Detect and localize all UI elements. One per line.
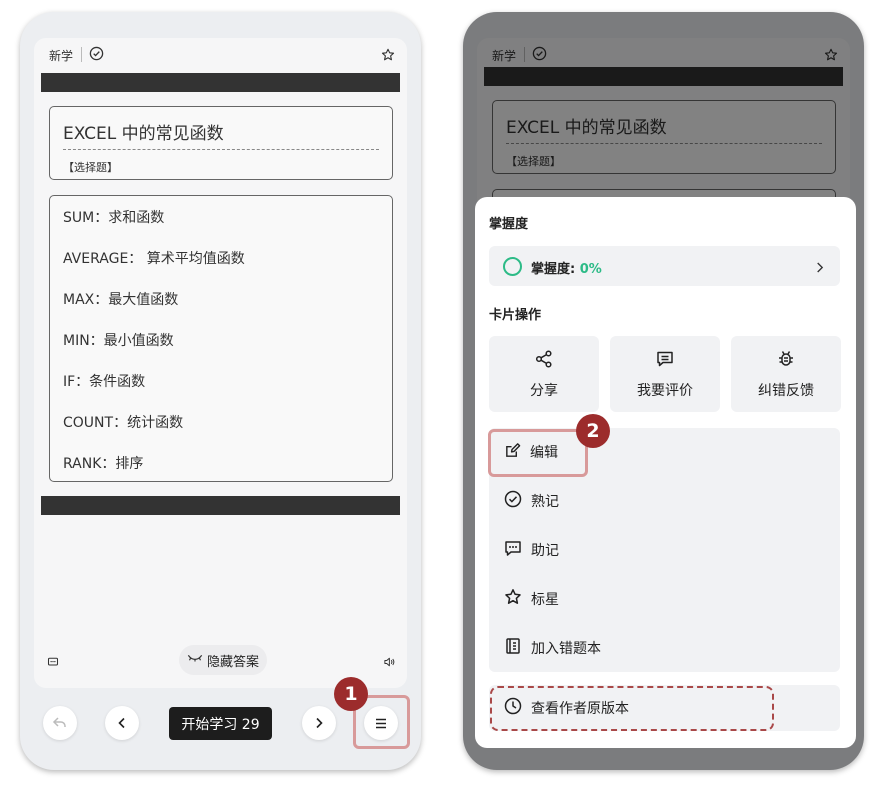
answer-line: IF：条件函数 [63, 374, 146, 390]
answer-line: RANK：排序 [63, 456, 144, 472]
share-label: 分享 [530, 383, 558, 399]
speaker-icon[interactable] [383, 653, 395, 672]
answer-line: MAX：最大值函数 [63, 292, 179, 308]
star-icon[interactable] [381, 47, 395, 66]
check-circle-icon [504, 490, 522, 512]
reply-arrow-icon [52, 714, 68, 733]
card-header: 新学 [34, 38, 407, 72]
mastery-text: 掌握度: 0% [531, 258, 602, 277]
notebook-icon [504, 637, 522, 659]
comment-icon [655, 349, 675, 373]
menu-item-mistake-book[interactable]: 加入错题本 [504, 636, 601, 660]
undo-button[interactable] [43, 706, 77, 740]
answer-box: SUM：求和函数 AVERAGE： 算术平均值函数 MAX：最大值函数 MIN：… [49, 195, 393, 482]
phone-screen-study: 新学 EXCEL 中的常见函数 【选择题】 SUM：求和函数 AVERAGE： … [20, 12, 421, 770]
menu-item-label: 加入错题本 [531, 641, 601, 657]
phone-screen-menu: 新学 EXCEL 中的常见函数 【选择题】 掌握度 掌握度: 0% 卡片操作 分… [463, 12, 864, 770]
bug-icon [776, 349, 796, 373]
eye-closed-icon [187, 652, 203, 668]
mastery-value: 0% [579, 262, 602, 277]
mastery-row[interactable]: 掌握度: 0% [489, 246, 840, 286]
menu-item-label: 熟记 [531, 494, 559, 510]
menu-button[interactable] [364, 706, 398, 740]
hide-answer-button[interactable]: 隐藏答案 [179, 645, 268, 675]
mastery-section-title: 掌握度 [489, 217, 529, 232]
menu-item-label: 助记 [531, 543, 559, 559]
menu-item-memorized[interactable]: 熟记 [504, 489, 559, 513]
menu-item-star[interactable]: 标星 [504, 587, 559, 611]
question-type: 【选择题】 [63, 161, 118, 174]
step-badge-2: 2 [576, 414, 610, 448]
start-study-button[interactable]: 开始学习 29 [169, 707, 272, 740]
menu-item-mnemonic[interactable]: 助记 [504, 538, 559, 562]
hide-answer-label: 隐藏答案 [207, 654, 260, 670]
feedback-button[interactable]: 纠错反馈 [731, 336, 841, 412]
answer-line: COUNT：统计函数 [63, 415, 184, 431]
share-button[interactable]: 分享 [489, 336, 599, 412]
history-dashed-box [490, 686, 774, 731]
chevron-right-icon [314, 714, 324, 733]
card-ops-section-title: 卡片操作 [489, 308, 542, 323]
bottom-divider-bar [41, 496, 400, 515]
flashcard: 新学 EXCEL 中的常见函数 【选择题】 SUM：求和函数 AVERAGE： … [34, 38, 407, 688]
feedback-label: 纠错反馈 [758, 383, 814, 399]
new-tag: 新学 [49, 49, 74, 63]
answer-line: AVERAGE： 算术平均值函数 [63, 251, 245, 267]
question-title: EXCEL 中的常见函数 [63, 124, 224, 144]
chevron-right-icon [815, 259, 824, 278]
question-box: EXCEL 中的常见函数 【选择题】 [49, 106, 393, 180]
dashed-divider [63, 149, 379, 150]
top-divider-bar [41, 73, 400, 92]
answer-line: MIN：最小值函数 [63, 333, 174, 349]
share-icon [534, 349, 554, 373]
menu-item-label: 标星 [531, 592, 559, 608]
menu-icon [375, 714, 387, 733]
star-icon [504, 588, 522, 610]
check-circle-icon[interactable] [89, 46, 104, 65]
message-dots-icon [504, 539, 522, 561]
progress-ring-icon [503, 257, 522, 276]
review-button[interactable]: 我要评价 [610, 336, 720, 412]
edit-highlight-box [488, 429, 588, 477]
step-badge-1: 1 [334, 677, 368, 711]
review-label: 我要评价 [637, 383, 693, 399]
next-button[interactable] [302, 706, 336, 740]
chevron-left-icon [117, 714, 127, 733]
previous-button[interactable] [105, 706, 139, 740]
answer-line: SUM：求和函数 [63, 210, 165, 226]
mastery-label: 掌握度: [531, 262, 580, 277]
divider [81, 47, 82, 62]
message-icon[interactable] [47, 653, 59, 672]
